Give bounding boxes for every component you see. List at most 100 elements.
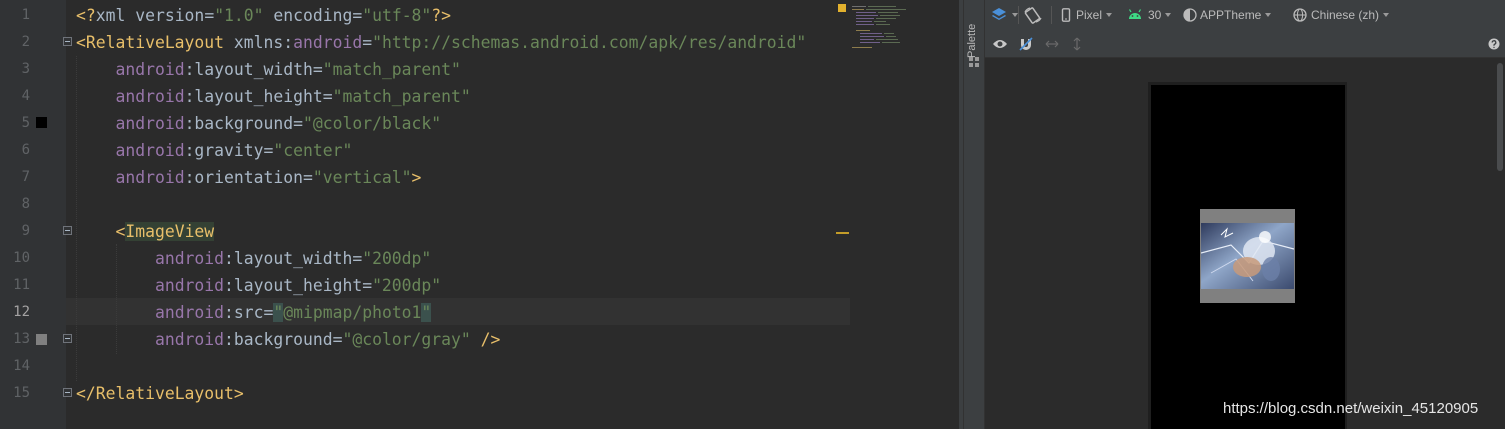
code-token: = [293, 114, 303, 133]
color-swatch-gray-icon[interactable] [36, 334, 47, 345]
line-number: 5 [21, 115, 30, 131]
code-token: ?> [431, 6, 452, 25]
help-icon [1488, 38, 1500, 50]
code-token: "@color/gray" [342, 330, 471, 349]
locale-selector[interactable]: Chinese (zh) [1293, 4, 1390, 26]
code-token: = [332, 330, 343, 349]
code-token: :background [224, 330, 333, 349]
watermark-url: https://blog.csdn.net/weixin_45120905 [1223, 400, 1479, 417]
code-token: "http://schemas.android.com/apk/res/andr… [372, 33, 807, 52]
code-line[interactable]: android:src="@mipmap/photo1" [76, 299, 432, 326]
help-button[interactable] [1488, 33, 1500, 55]
code-line[interactable]: android:layout_width="200dp" [76, 245, 431, 272]
expand-vertical-button[interactable] [1072, 33, 1082, 55]
code-line[interactable]: android:layout_width="match_parent" [76, 56, 461, 83]
code-line[interactable]: android:orientation="vertical"> [76, 164, 421, 191]
line-number: 4 [21, 88, 30, 104]
code-line[interactable]: android:layout_height="200dp" [76, 272, 441, 299]
code-token: "200dp" [372, 276, 442, 295]
code-token: android [115, 87, 185, 106]
code-token: " [273, 303, 284, 322]
error-stripe-minimap[interactable] [850, 6, 930, 48]
orientation-button[interactable] [1023, 4, 1043, 26]
code-token: "vertical" [312, 168, 412, 187]
code-line[interactable]: </RelativeLayout> [76, 380, 244, 407]
code-token: :layout_width [224, 249, 353, 268]
api-level-selector[interactable]: 30 [1127, 4, 1172, 26]
code-token: "1.0" [214, 6, 264, 25]
horizontal-arrows-icon [1045, 40, 1059, 48]
android-icon [1128, 9, 1142, 19]
fold-toggle-icon[interactable] [63, 334, 72, 343]
code-editor[interactable]: <?xml version="1.0" encoding="utf-8"?> <R… [0, 0, 958, 429]
line-number: 1 [21, 7, 30, 23]
code-line[interactable]: android:background="@color/gray" /> [76, 326, 500, 353]
vertical-arrows-icon [1073, 37, 1081, 51]
fold-toggle-icon[interactable] [63, 226, 72, 235]
code-token: android [154, 276, 225, 295]
line-number: 12 [13, 304, 30, 320]
editor-scrollbar[interactable] [950, 0, 958, 429]
code-token: xmlns [224, 33, 284, 52]
code-token: ImageView [125, 222, 215, 241]
code-token: android [293, 33, 363, 52]
code-token: </ [76, 384, 96, 403]
photo1-image [1201, 223, 1294, 289]
theme-icon [1183, 8, 1197, 22]
code-token: "match_parent" [322, 60, 461, 79]
code-token: android [115, 114, 185, 133]
device-selector[interactable]: Pixel [1061, 4, 1113, 26]
code-line[interactable]: <RelativeLayout xmlns:android="http://sc… [76, 29, 806, 56]
color-swatch-black-icon[interactable] [36, 117, 47, 128]
code-line[interactable]: android:layout_height="match_parent" [76, 83, 470, 110]
code-token: xml version [95, 6, 205, 25]
code-token: = [263, 141, 274, 160]
code-token: android [154, 330, 225, 349]
view-options-button[interactable] [992, 33, 1008, 55]
code-line[interactable]: android:gravity="center" [76, 137, 352, 164]
fold-toggle-icon[interactable] [63, 388, 72, 397]
globe-icon [1293, 8, 1307, 22]
code-token: = [322, 87, 333, 106]
warning-marker[interactable] [836, 232, 849, 234]
code-token: "center" [273, 141, 353, 160]
rotate-device-icon [1024, 7, 1042, 24]
code-token: :src [224, 303, 264, 322]
fold-toggle-icon[interactable] [63, 37, 72, 46]
phone-icon [1061, 8, 1071, 22]
line-number: 15 [13, 385, 30, 401]
canvas-scrollbar-thumb[interactable] [1497, 63, 1503, 171]
design-surface-button[interactable] [990, 4, 1018, 26]
code-token: "utf-8" [362, 6, 432, 25]
code-token: @mipmap/photo1 [283, 303, 422, 322]
line-number: 10 [13, 250, 30, 266]
warning-indicator-icon[interactable] [838, 4, 846, 12]
code-token: > [411, 168, 422, 187]
view-options-toolbar [985, 31, 1505, 58]
code-line[interactable]: android:background="@color/black" [76, 110, 441, 137]
code-token: :layout_height [184, 87, 323, 106]
line-number: 11 [13, 277, 30, 293]
locale-name: Chinese (zh) [1311, 8, 1380, 22]
expand-horizontal-button[interactable] [1044, 33, 1060, 55]
code-line[interactable]: <ImageView [76, 218, 215, 245]
theme-selector[interactable]: APPTheme [1183, 4, 1272, 26]
code-token: : [283, 33, 294, 52]
code-token: "@color/black" [303, 114, 442, 133]
code-token: = [362, 33, 373, 52]
code-token: = [352, 249, 363, 268]
code-token: :background [184, 114, 294, 133]
autoconnect-toggle[interactable] [1018, 33, 1034, 55]
code-token: = [263, 303, 274, 322]
code-token: android [154, 249, 225, 268]
code-token: android [115, 60, 185, 79]
line-number: 6 [21, 142, 30, 158]
code-line[interactable]: <?xml version="1.0" encoding="utf-8"?> [76, 2, 451, 29]
